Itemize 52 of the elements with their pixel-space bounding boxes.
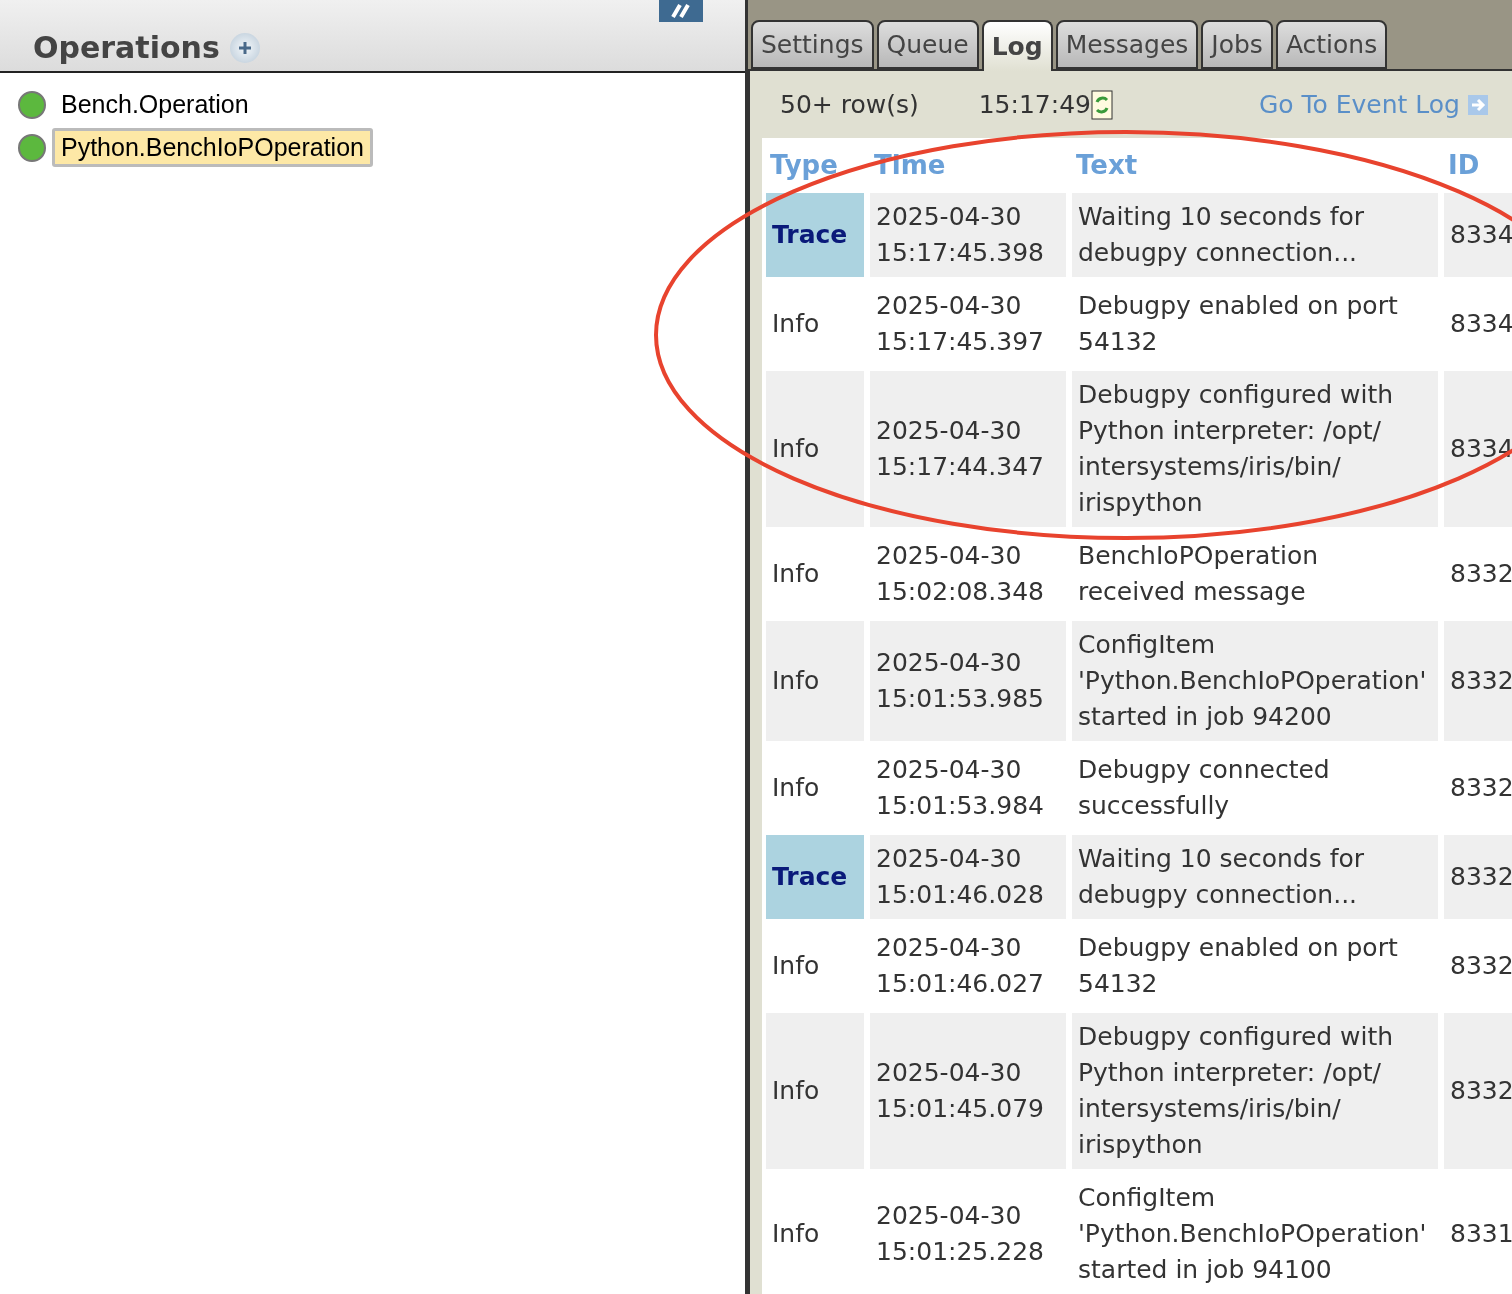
date-text: 2025-04-30 [876,1200,1022,1232]
tree-item[interactable]: Bench.Operation [52,85,258,124]
id-cell: 8334 [1444,371,1512,527]
panel-title: Operations [33,30,220,65]
time-text: 15:01:46.028 [876,879,1044,911]
tab[interactable]: Log [981,20,1053,71]
date-text: 2025-04-30 [876,1057,1022,1089]
refresh-time: 15:17:49 [978,90,1091,119]
tree-item[interactable]: Python.BenchIoPOperation [52,128,373,167]
date-text: 2025-04-30 [876,201,1022,233]
tab[interactable]: Settings [751,20,874,69]
time-text: 15:01:45.079 [876,1093,1044,1125]
tab[interactable]: Actions [1275,20,1388,69]
text-cell: Debugpy configured with Python interpreter: /opt/ intersystems/iris/bin/ irispython [1072,1013,1438,1169]
row-count: 50+ row(s) [780,90,919,119]
add-button[interactable] [229,32,260,63]
type-cell: Info [766,371,864,527]
time-text: 15:17:45.398 [876,237,1044,269]
tab[interactable]: Jobs [1201,20,1273,69]
arrow-right-icon [1468,94,1488,115]
date-text: 2025-04-30 [876,647,1022,679]
type-cell: Info [766,1013,864,1169]
id-cell: 8332 [1444,835,1512,919]
text-cell: ConfigItem 'Python.BenchIoPOperation' started in job 94200 [1072,621,1438,741]
id-cell: 8332 [1444,621,1512,741]
type-cell: Trace [766,835,864,919]
type-cell: Info [766,621,864,741]
tab[interactable]: Messages [1055,20,1199,69]
time-text: 15:01:53.985 [876,683,1044,715]
date-text: 2025-04-30 [876,754,1022,786]
time-text: 15:02:08.348 [876,576,1044,608]
date-text: 2025-04-30 [876,290,1022,322]
id-cell: 8334 [1444,193,1512,277]
double-chevron-icon [670,3,692,19]
tab[interactable]: Queue [876,20,979,69]
date-text: 2025-04-30 [876,540,1022,572]
time-text: 15:01:46.027 [876,968,1044,1000]
time-text: 15:17:45.397 [876,326,1044,358]
date-text: 2025-04-30 [876,415,1022,447]
plus-icon [237,40,252,55]
date-text: 2025-04-30 [876,843,1022,875]
time-text: 15:01:53.984 [876,790,1044,822]
time-text: 15:01:25.228 [876,1236,1044,1268]
text-cell: Waiting 10 seconds for debugpy connection... [1072,835,1438,919]
type-cell: Trace [766,193,864,277]
id-cell: 8332 [1444,1013,1512,1169]
refresh-document-icon[interactable] [1091,89,1113,120]
date-text: 2025-04-30 [876,932,1022,964]
expand-button[interactable] [659,0,703,22]
time-text: 15:17:44.347 [876,451,1044,483]
text-cell: Waiting 10 seconds for debugpy connection... [1072,193,1438,277]
text-cell: Debugpy configured with Python interpreter: /opt/ intersystems/iris/bin/ irispython [1072,371,1438,527]
